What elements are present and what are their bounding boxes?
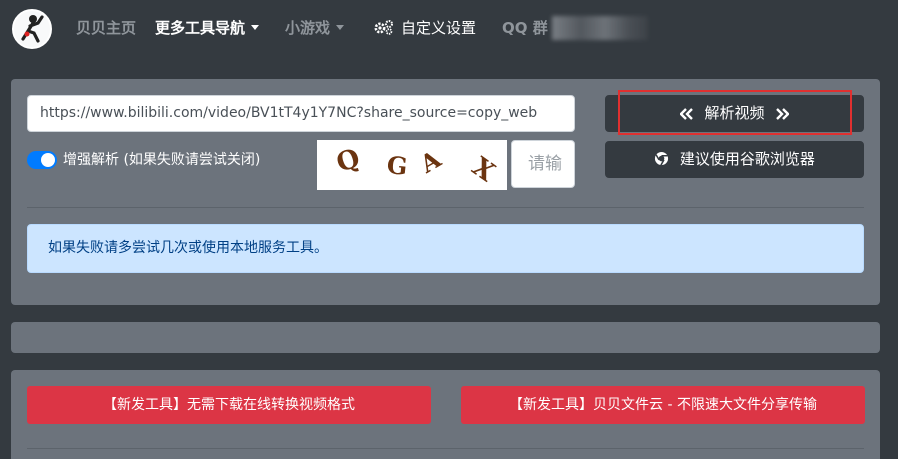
promo-convert-video-button[interactable]: 【新发工具】无需下载在线转换视频格式 [27,386,431,424]
nav-more-tools-label: 更多工具导航 [155,19,246,37]
navbar: 贝贝主页 更多工具导航 小游戏 自定义设置 QQ 群 [0,0,898,58]
angle-double-left-icon [679,108,693,120]
use-chrome-label: 建议使用谷歌浏览器 [679,150,815,168]
captcha-char: G [385,150,409,181]
nav-custom-settings-label: 自定义设置 [401,19,477,37]
promo-file-cloud-button[interactable]: 【新发工具】贝贝文件云 - 不限速大文件分享传输 [461,386,865,424]
parse-video-button[interactable]: 解析视频 [605,90,864,135]
enhance-toggle-switch[interactable] [27,151,57,169]
nav-custom-settings-link[interactable]: 自定义设置 [373,18,476,38]
site-logo[interactable] [12,9,52,49]
parse-video-label: 解析视频 [704,104,765,122]
captcha-char: X [466,151,500,189]
nav-qq-group-link[interactable]: QQ 群 [502,18,548,38]
parser-panel: https://www.bilibili.com/video/BV1tT4y1Y… [11,79,880,305]
video-url-input[interactable]: https://www.bilibili.com/video/BV1tT4y1Y… [27,95,575,132]
empty-panel [11,322,880,353]
caret-down-icon [336,25,345,30]
captcha-image[interactable]: Q G A X [317,140,507,190]
nav-games-dropdown[interactable]: 小游戏 [285,18,345,38]
person-icon [21,15,44,43]
use-chrome-button[interactable]: 建议使用谷歌浏览器 [605,141,864,178]
nav-home-label: 贝贝主页 [76,19,137,37]
caret-down-icon [251,25,260,30]
gears-icon [373,19,395,35]
divider [27,448,864,449]
nav-games-label: 小游戏 [285,19,331,37]
promo-panel: 【新发工具】无需下载在线转换视频格式 【新发工具】贝贝文件云 - 不限速大文件分… [11,370,880,459]
captcha-char: A [414,144,446,179]
toggle-knob [41,153,55,167]
nav-more-tools-dropdown[interactable]: 更多工具导航 [155,18,260,38]
redacted-qq-number [552,16,648,40]
nav-home-link[interactable]: 贝贝主页 [76,18,136,38]
angle-double-right-icon [776,108,790,120]
nav-qq-group-label: QQ 群 [502,19,548,37]
info-alert: 如果失败请多尝试几次或使用本地服务工具。 [27,224,864,273]
captcha-char: Q [332,143,364,179]
enhance-toggle-label: 增强解析 (如果失败请尝试关闭) [63,152,261,168]
captcha-input[interactable]: 请输 [511,140,575,188]
chrome-icon [655,151,669,166]
divider [27,207,864,208]
